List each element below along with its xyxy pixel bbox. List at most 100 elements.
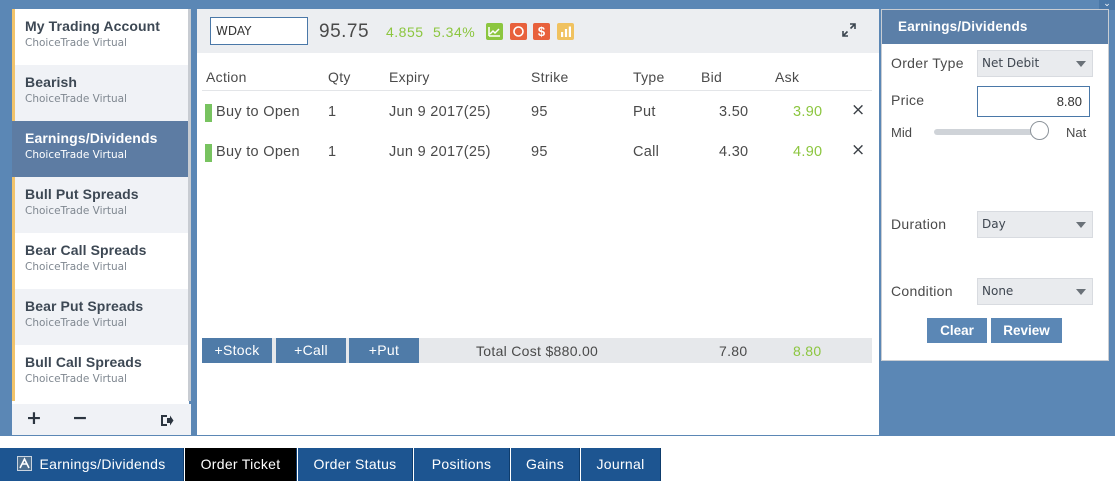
add-put-button[interactable]: +Put: [349, 338, 419, 363]
account-name: Bearish: [25, 74, 78, 90]
sidebar-item-bear-put-spreads[interactable]: Bear Put Spreads ChoiceTrade Virtual: [12, 289, 188, 345]
sidebar-item-bull-call-spreads[interactable]: Bull Call Spreads ChoiceTrade Virtual: [12, 345, 188, 401]
account-name: Earnings/Dividends: [25, 130, 158, 146]
chevron-down-icon: [1076, 289, 1086, 295]
duration-value: Day: [982, 217, 1006, 231]
leg-ask: 4.90: [793, 144, 823, 160]
table-row[interactable]: Buy to Open 1 Jun 9 2017(25) 95 Call 4.3…: [202, 135, 872, 171]
price-slider-track[interactable]: [934, 129, 1044, 135]
leg-qty[interactable]: 1: [328, 144, 336, 160]
tab-label: Order Ticket: [200, 456, 281, 472]
clear-button[interactable]: Clear: [927, 318, 987, 343]
leg-type[interactable]: Call: [633, 144, 659, 160]
sidebar-item-bear-call-spreads[interactable]: Bear Call Spreads ChoiceTrade Virtual: [12, 233, 188, 289]
order-panel-title: Earnings/Dividends: [882, 10, 1108, 44]
column-header-strike: Strike: [531, 69, 569, 85]
column-header-bid: Bid: [701, 69, 723, 85]
last-price: 95.75: [319, 21, 370, 42]
leg-indicator: [205, 144, 212, 162]
leg-strike[interactable]: 95: [531, 104, 548, 120]
add-account-button[interactable]: +: [26, 407, 42, 429]
account-broker: ChoiceTrade Virtual: [25, 93, 127, 105]
tab-order-status[interactable]: Order Status: [298, 448, 413, 481]
bar-chart-icon[interactable]: [557, 23, 574, 40]
condition-label: Condition: [891, 283, 953, 299]
price-label: Price: [891, 92, 925, 108]
add-call-button[interactable]: +Call: [276, 338, 346, 363]
legs-footer-bar: +Stock +Call +Put Total Cost $880.00 7.8…: [202, 338, 872, 363]
chart-icon[interactable]: [486, 23, 503, 40]
table-row[interactable]: Buy to Open 1 Jun 9 2017(25) 95 Put 3.50…: [202, 95, 872, 131]
logout-icon[interactable]: [160, 412, 174, 431]
tab-earnings-dividends[interactable]: Earnings/Dividends: [0, 448, 184, 481]
price-slider-thumb[interactable]: [1030, 121, 1049, 140]
leg-action[interactable]: Buy to Open: [216, 104, 300, 120]
symbol-input[interactable]: [210, 17, 308, 45]
sidebar-scrollbar[interactable]: [188, 9, 191, 401]
duration-label: Duration: [891, 216, 947, 232]
account-broker: ChoiceTrade Virtual: [25, 317, 127, 329]
leg-qty[interactable]: 1: [328, 104, 336, 120]
duration-select[interactable]: Day: [977, 211, 1093, 238]
column-header-qty: Qty: [328, 69, 351, 85]
leg-ask: 3.90: [793, 104, 823, 120]
nat-label: Nat: [1066, 125, 1087, 140]
leg-expiry[interactable]: Jun 9 2017(25): [389, 104, 491, 120]
review-button[interactable]: Review: [991, 318, 1062, 343]
add-stock-button[interactable]: +Stock: [202, 338, 272, 363]
total-cost: Total Cost $880.00: [476, 343, 599, 359]
account-sidebar: My Trading Account ChoiceTrade Virtual B…: [12, 9, 191, 435]
sidebar-item-earnings-dividends[interactable]: Earnings/Dividends ChoiceTrade Virtual: [12, 121, 188, 177]
price-input[interactable]: [977, 86, 1090, 117]
leg-action[interactable]: Buy to Open: [216, 144, 300, 160]
price-change: 4.855: [386, 24, 424, 40]
price-change-percent: 5.34%: [433, 24, 476, 40]
account-name: Bear Put Spreads: [25, 298, 144, 314]
app-frame: ⌄ My Trading Account ChoiceTrade Virtual…: [0, 0, 1115, 436]
mid-label: Mid: [891, 125, 912, 140]
condition-value: None: [982, 284, 1014, 298]
order-legs-panel: 95.75 4.855 5.34% $ Action Qty Expiry St…: [197, 9, 879, 435]
order-ticket-panel: Earnings/Dividends Order Type Net Debit …: [881, 9, 1109, 361]
tab-journal[interactable]: Journal: [581, 448, 661, 481]
tab-label: Journal: [596, 456, 645, 472]
sidebar-item-bearish[interactable]: Bearish ChoiceTrade Virtual: [12, 65, 188, 121]
account-name: Bull Call Spreads: [25, 354, 142, 370]
leg-strike[interactable]: 95: [531, 144, 548, 160]
tab-order-ticket[interactable]: Order Ticket: [185, 448, 297, 481]
tab-label: Order Status: [313, 456, 397, 472]
remove-leg-close-icon[interactable]: ×: [851, 140, 865, 160]
sidebar-item-bull-put-spreads[interactable]: Bull Put Spreads ChoiceTrade Virtual: [12, 177, 188, 233]
chevron-down-icon: [1076, 61, 1086, 67]
account-broker: ChoiceTrade Virtual: [25, 373, 127, 385]
account-broker: ChoiceTrade Virtual: [25, 205, 127, 217]
account-icon: [17, 456, 33, 471]
tab-label: Positions: [431, 456, 492, 472]
expand-icon[interactable]: [842, 23, 856, 41]
tab-label: Earnings/Dividends: [39, 456, 166, 472]
sidebar-footer: + −: [12, 404, 191, 435]
leg-expiry[interactable]: Jun 9 2017(25): [389, 144, 491, 160]
tab-positions[interactable]: Positions: [414, 448, 510, 481]
tab-gains[interactable]: Gains: [511, 448, 580, 481]
chevron-down-icon: [1076, 222, 1086, 228]
circle-icon[interactable]: [510, 23, 527, 40]
dollar-icon[interactable]: $: [533, 23, 550, 40]
total-bid: 7.80: [719, 343, 748, 359]
account-broker: ChoiceTrade Virtual: [25, 261, 127, 273]
leg-type[interactable]: Put: [633, 104, 656, 120]
order-type-value: Net Debit: [982, 56, 1040, 70]
header-divider: [202, 90, 872, 91]
sidebar-item-my-trading-account[interactable]: My Trading Account ChoiceTrade Virtual: [12, 9, 188, 65]
order-type-label: Order Type: [891, 55, 964, 71]
remove-account-button[interactable]: −: [72, 407, 88, 429]
quote-bar: 95.75 4.855 5.34% $: [197, 9, 879, 53]
column-header-ask: Ask: [775, 69, 800, 85]
account-name: My Trading Account: [25, 18, 161, 34]
account-broker: ChoiceTrade Virtual: [25, 37, 127, 49]
column-header-action: Action: [206, 69, 247, 85]
total-ask: 8.80: [793, 343, 822, 359]
order-type-select[interactable]: Net Debit: [977, 50, 1093, 77]
remove-leg-close-icon[interactable]: ×: [851, 100, 865, 120]
condition-select[interactable]: None: [977, 278, 1093, 305]
